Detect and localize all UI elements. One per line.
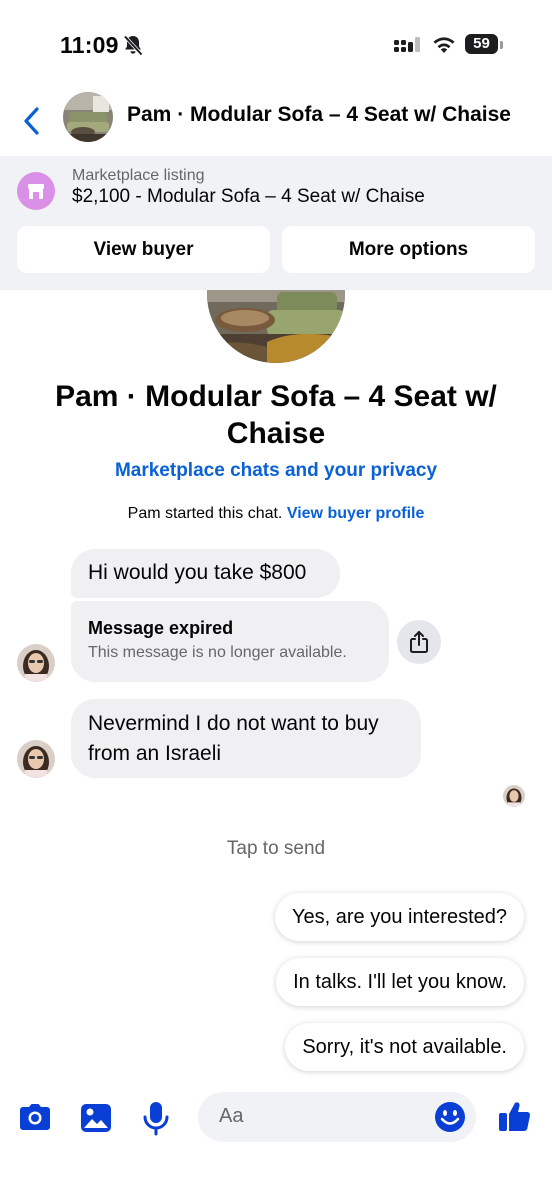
quick-reply-interested[interactable]: Yes, are you interested? (275, 893, 524, 941)
share-button[interactable] (397, 620, 441, 664)
shop-icon (17, 172, 55, 210)
battery-tip (500, 41, 503, 49)
wifi-icon (433, 37, 455, 53)
emoji-icon[interactable] (434, 1101, 466, 1133)
bell-muted-icon (123, 35, 143, 56)
message-bubble[interactable]: Hi would you take $800 (71, 549, 340, 598)
more-options-button[interactable]: More options (282, 226, 535, 273)
chat-started-notice: Pam started this chat. View buyer profil… (0, 505, 552, 523)
message-text: Nevermind I do not want to buy from an I… (88, 712, 379, 765)
sender-avatar[interactable] (17, 740, 55, 778)
chat-started-text: Pam started this chat. (127, 505, 283, 522)
seen-indicator-avatar (503, 785, 525, 807)
thumbs-up-icon[interactable] (497, 1098, 533, 1134)
profile-name: Pam · Modular Sofa – 4 Seat w/ Chaise (55, 380, 497, 450)
chat-header: Pam · Modular Sofa – 4 Seat w/ Chaise (0, 84, 552, 156)
marketplace-listing-banner[interactable]: Marketplace listing $2,100 - Modular Sof… (0, 156, 552, 290)
view-buyer-profile-link[interactable]: View buyer profile (287, 505, 425, 522)
listing-label: Marketplace listing (72, 167, 205, 184)
signal-icon (394, 37, 420, 52)
expired-message-bubble[interactable]: Message expired This message is no longe… (71, 601, 389, 682)
chat-title: Pam · Modular Sofa – 4 Seat w/ Chaise (127, 103, 511, 126)
sofa-photo (63, 92, 113, 142)
listing-title: $2,100 - Modular Sofa – 4 Seat w/ Chaise (72, 186, 425, 207)
sofa-large-photo (207, 290, 345, 363)
share-icon (410, 631, 428, 653)
battery-percentage: 59 (473, 35, 490, 52)
message-composer: Aa (0, 1088, 552, 1148)
avatar-photo (503, 785, 525, 807)
listing-profile-photo[interactable] (207, 290, 345, 363)
message-text: Hi would you take $800 (88, 561, 307, 584)
sender-avatar[interactable] (17, 644, 55, 682)
avatar-photo (17, 644, 55, 682)
expired-message-title: Message expired (88, 618, 234, 638)
expired-message-subtitle: This message is no longer available. (88, 644, 347, 661)
quick-reply-in-talks[interactable]: In talks. I'll let you know. (276, 958, 524, 1006)
camera-icon[interactable] (17, 1100, 53, 1136)
home-indicator (184, 1185, 368, 1191)
gallery-icon[interactable] (78, 1100, 114, 1136)
tap-to-send-label: Tap to send (226, 838, 326, 859)
view-buyer-button[interactable]: View buyer (17, 226, 270, 273)
battery-icon: 59 (465, 34, 503, 56)
message-input-placeholder: Aa (219, 1105, 244, 1127)
quick-reply-not-available[interactable]: Sorry, it's not available. (285, 1023, 524, 1071)
chevron-left-icon[interactable] (20, 106, 44, 136)
avatar-photo (17, 740, 55, 778)
privacy-link[interactable]: Marketplace chats and your privacy (0, 460, 552, 482)
message-input[interactable]: Aa (198, 1092, 476, 1142)
message-bubble[interactable]: Nevermind I do not want to buy from an I… (71, 699, 421, 778)
status-time: 11:09 (60, 32, 119, 58)
listing-thumbnail[interactable] (63, 92, 113, 142)
status-bar: 11:09 59 (0, 0, 552, 84)
microphone-icon[interactable] (138, 1100, 174, 1136)
